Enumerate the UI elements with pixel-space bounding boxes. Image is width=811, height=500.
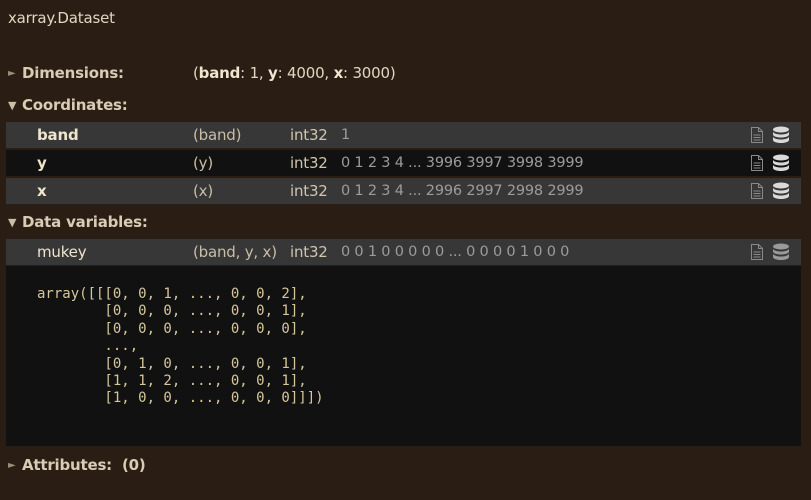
coordinates-toggle[interactable]: ▼ Coordinates: bbox=[8, 96, 128, 114]
dataset-title: xarray.Dataset bbox=[8, 9, 115, 27]
file-text-icon[interactable] bbox=[750, 244, 764, 260]
array-repr-text: array([[[0, 0, 1, ..., 0, 0, 2], [0, 0, … bbox=[37, 286, 324, 407]
coord-preview: 0 1 2 3 4 ... 2996 2997 2998 2999 bbox=[341, 183, 584, 199]
coord-name: x bbox=[37, 182, 47, 200]
attributes-count: (0) bbox=[121, 456, 146, 474]
coord-row-band: band (band) int32 1 bbox=[6, 122, 801, 148]
dim-name-band: band bbox=[198, 64, 241, 82]
triangle-right-icon: ► bbox=[8, 459, 16, 471]
dimensions-values: (band: 1, y: 4000, x: 3000) bbox=[193, 64, 396, 82]
data-variables-toggle[interactable]: ▼ Data variables: bbox=[8, 213, 148, 231]
dim-size-y: 4000 bbox=[287, 64, 325, 82]
file-text-icon[interactable] bbox=[750, 127, 764, 143]
coord-name: y bbox=[37, 154, 47, 172]
coord-dims: (band) bbox=[193, 126, 242, 144]
coord-row-y: y (y) int32 0 1 2 3 4 ... 3996 3997 3998… bbox=[6, 150, 801, 176]
coord-name: band bbox=[37, 126, 79, 144]
data-variables-label: Data variables: bbox=[22, 213, 148, 231]
database-icon[interactable] bbox=[772, 126, 790, 144]
var-preview[interactable]: 0 0 1 0 0 0 0 0 ... 0 0 0 0 1 0 0 0 bbox=[341, 244, 569, 260]
triangle-down-icon: ▼ bbox=[8, 215, 17, 229]
triangle-right-icon: ► bbox=[8, 67, 16, 79]
var-dtype: int32 bbox=[290, 243, 328, 261]
coord-dims: (x) bbox=[193, 182, 213, 200]
database-icon[interactable] bbox=[772, 243, 790, 261]
coord-preview: 1 bbox=[341, 127, 351, 143]
database-icon[interactable] bbox=[772, 182, 790, 200]
data-var-row-mukey: mukey (band, y, x) int32 0 0 1 0 0 0 0 0… bbox=[6, 239, 801, 265]
coord-dtype: int32 bbox=[290, 182, 328, 200]
file-text-icon[interactable] bbox=[750, 183, 764, 199]
dimensions-toggle[interactable]: ► Dimensions: bbox=[8, 64, 124, 82]
coordinates-label: Coordinates: bbox=[22, 96, 128, 114]
dim-size-x: 3000 bbox=[352, 64, 390, 82]
dim-name-x: x bbox=[333, 64, 344, 82]
var-dims: (band, y, x) bbox=[193, 243, 277, 261]
coord-row-x: x (x) int32 0 1 2 3 4 ... 2996 2997 2998… bbox=[6, 178, 801, 204]
dim-name-y: y bbox=[268, 64, 278, 82]
coord-dims: (y) bbox=[193, 154, 213, 172]
file-text-icon[interactable] bbox=[750, 155, 764, 171]
coord-dtype: int32 bbox=[290, 126, 328, 144]
array-repr-panel: array([[[0, 0, 1, ..., 0, 0, 2], [0, 0, … bbox=[6, 266, 801, 446]
dim-size-band: 1 bbox=[249, 64, 260, 82]
attributes-toggle[interactable]: ► Attributes: (0) bbox=[8, 456, 146, 474]
coord-dtype: int32 bbox=[290, 154, 328, 172]
database-icon[interactable] bbox=[772, 154, 790, 172]
dimensions-label: Dimensions: bbox=[22, 64, 124, 82]
coord-preview: 0 1 2 3 4 ... 3996 3997 3998 3999 bbox=[341, 155, 584, 171]
attributes-label: Attributes: bbox=[22, 456, 112, 474]
var-name: mukey bbox=[37, 243, 87, 261]
triangle-down-icon: ▼ bbox=[8, 98, 17, 112]
